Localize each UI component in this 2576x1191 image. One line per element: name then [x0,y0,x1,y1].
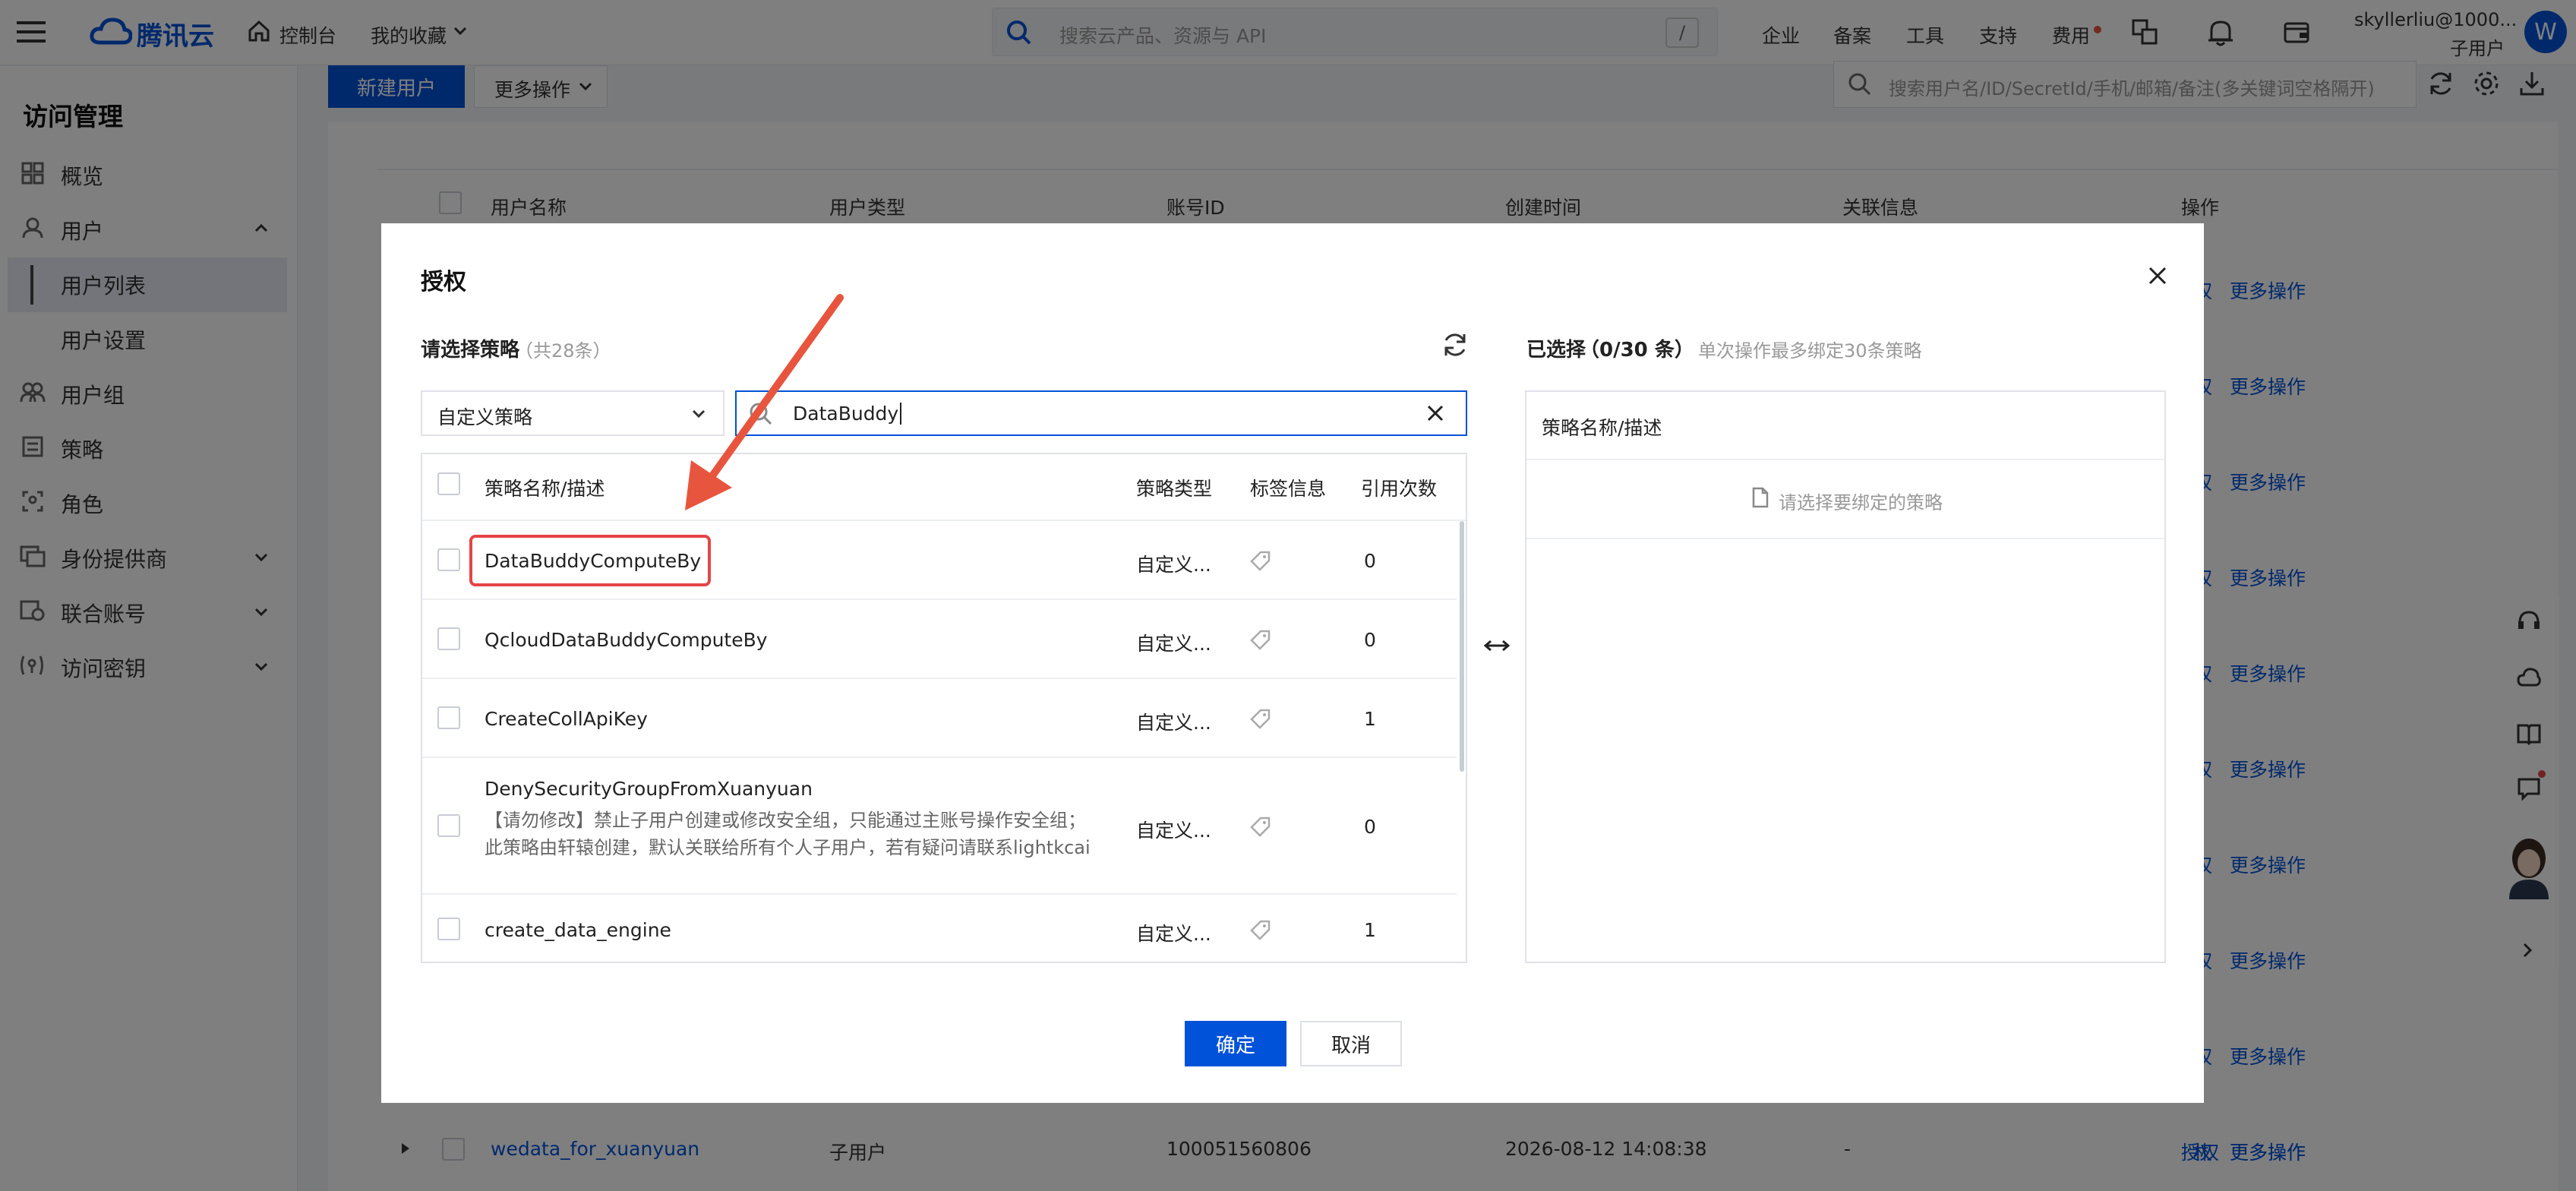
selected-count: （0/30 条） [1580,339,1694,362]
table-row[interactable]: create_data_engine 自定义... 1 [422,895,1457,962]
table-row[interactable]: CreateCollApiKey 自定义... 1 [422,679,1457,757]
ref-count: 0 [1364,629,1376,651]
dialog-title: 授权 [421,269,466,295]
selected-policy-panel: 策略名称/描述 请选择要绑定的策略 [1525,390,2166,963]
policy-name: DataBuddyComputeBy [485,550,702,572]
policy-table: 策略名称/描述 策略类型 标签信息 引用次数 DataBuddyComputeB… [421,453,1467,963]
row-checkbox[interactable] [437,918,460,940]
policy-type: 自定义... [1136,554,1211,576]
selected-hint: 单次操作最多绑定30条策略 [1698,340,1922,362]
tag-icon[interactable] [1250,629,1271,650]
tag-icon[interactable] [1250,919,1271,940]
policy-type: 自定义... [1136,712,1211,734]
policy-type: 自定义... [1136,820,1211,842]
row-checkbox[interactable] [437,627,460,650]
ref-count: 0 [1364,550,1376,572]
annotation-arrow-icon [668,289,851,517]
select-all-policies-checkbox[interactable] [437,472,460,495]
authorize-dialog: 授权 请选择策略 （共28条） 自定义策略 DataBuddy 策略名称/描述 … [381,223,2204,1103]
tag-icon[interactable] [1250,816,1271,837]
scrollbar-thumb[interactable] [1460,521,1464,772]
row-checkbox[interactable] [437,548,460,571]
selected-label: 已选择 [1526,339,1586,362]
policy-name: QcloudDataBuddyComputeBy [485,629,768,651]
cancel-button[interactable]: 取消 [1300,1021,1402,1066]
empty-hint: 请选择要绑定的策略 [1779,492,1943,513]
table-row[interactable]: DenySecurityGroupFromXuanyuan 【请勿修改】禁止子用… [422,758,1457,893]
tag-icon[interactable] [1250,708,1271,729]
ref-count: 1 [1364,708,1376,730]
column-ref-count: 引用次数 [1361,478,1438,500]
header-divider [1526,459,2164,460]
column-tags: 标签信息 [1250,478,1327,500]
close-icon[interactable] [2148,266,2167,286]
ref-count: 1 [1364,919,1376,941]
policy-name: DenySecurityGroupFromXuanyuan [485,778,813,800]
policy-type: 自定义... [1136,923,1211,945]
column-policy-type: 策略类型 [1136,478,1213,500]
policy-description-line2: 此策略由轩辕创建，默认关联给所有个人子用户，若有疑问请联系lightkcai [485,837,1091,858]
refresh-icon[interactable] [1441,331,1469,359]
table-row[interactable]: QcloudDataBuddyComputeBy 自定义... 0 [422,600,1457,678]
policy-name: CreateCollApiKey [485,708,648,730]
document-icon [1751,486,1769,509]
confirm-button[interactable]: 确定 [1185,1021,1286,1066]
clear-input-icon[interactable] [1426,404,1444,422]
policy-name: create_data_engine [485,919,671,941]
select-policy-label: 请选择策略 [421,339,520,362]
empty-divider [1526,538,2164,539]
row-checkbox[interactable] [437,814,460,837]
select-policy-count: （共28条） [515,340,611,362]
column-policy-name: 策略名称/描述 [485,478,605,500]
policy-description: 【请勿修改】禁止子用户创建或修改安全组，只能通过主账号操作安全组； [485,810,1086,831]
selected-column-header: 策略名称/描述 [1542,417,1662,439]
resize-handle-icon[interactable] [1484,640,1510,652]
ref-count: 0 [1364,816,1376,838]
table-row[interactable]: DataBuddyComputeBy 自定义... 0 [422,521,1457,599]
tag-icon[interactable] [1250,550,1271,571]
policy-type-value: 自定义策略 [437,406,533,428]
policy-type: 自定义... [1136,633,1211,655]
row-checkbox[interactable] [437,706,460,729]
